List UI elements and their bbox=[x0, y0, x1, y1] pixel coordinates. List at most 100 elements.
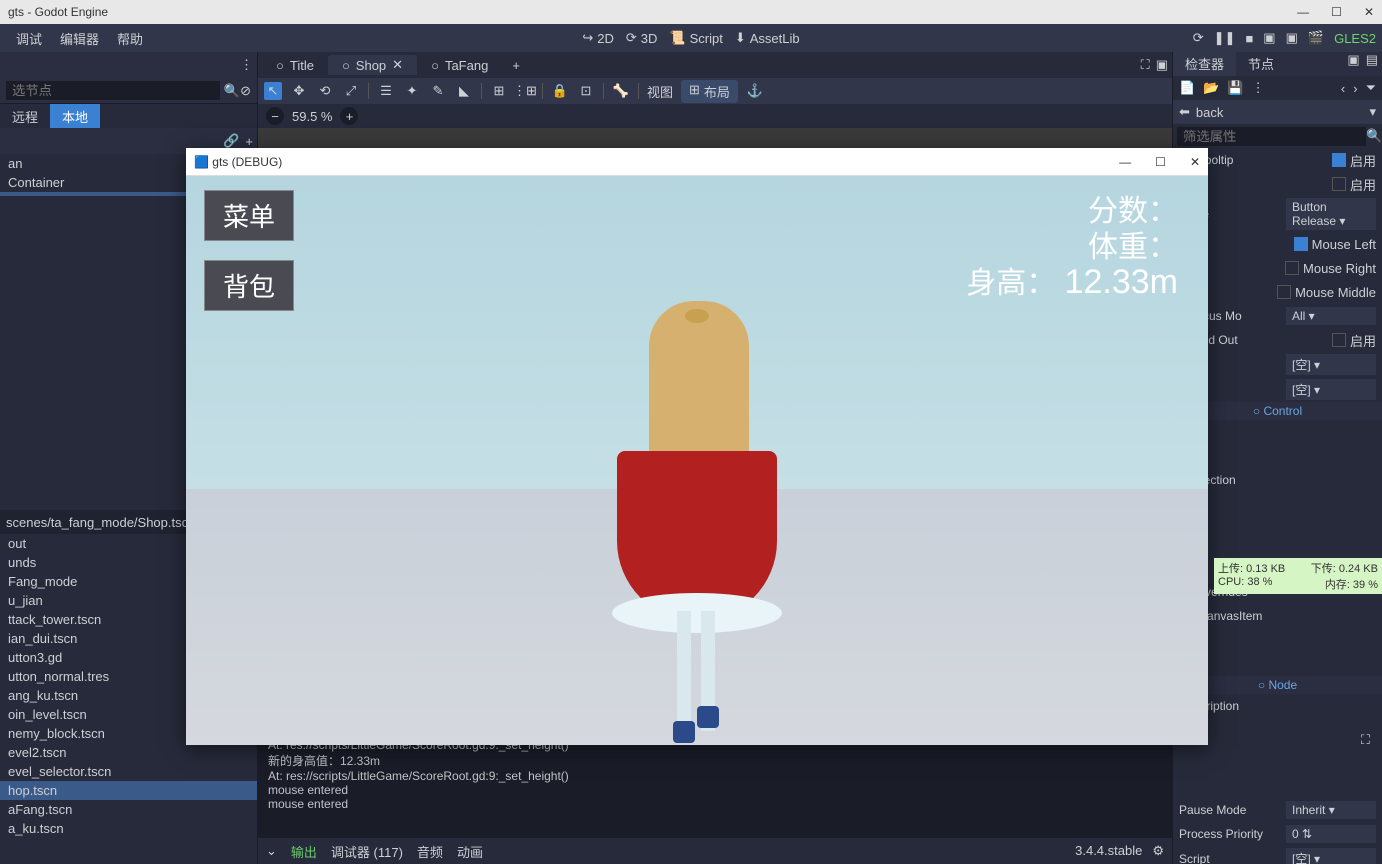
expand-right-icon[interactable]: ▣ bbox=[1347, 52, 1359, 76]
list-tool-icon[interactable]: ☰ bbox=[377, 82, 395, 100]
maximize-icon[interactable]: ☐ bbox=[1331, 5, 1342, 19]
lock-icon[interactable]: 🔒 bbox=[551, 82, 569, 100]
file-item-selected[interactable]: hop.tscn bbox=[0, 781, 257, 800]
close-tab-icon[interactable]: ✕ bbox=[392, 57, 403, 73]
resource-menu-icon[interactable]: ⋮ bbox=[1252, 80, 1265, 96]
expand-icon[interactable]: ⛶ bbox=[1141, 57, 1150, 73]
dock-icon[interactable]: ▤ bbox=[1366, 52, 1378, 76]
select-tool-icon[interactable]: ↖ bbox=[264, 82, 282, 100]
mode-script[interactable]: 📜 Script bbox=[669, 30, 722, 46]
movie-icon[interactable]: 🎬 bbox=[1308, 30, 1324, 46]
script-dropdown[interactable]: [空] ▾ bbox=[1286, 848, 1376, 864]
tab-remote[interactable]: 远程 bbox=[0, 104, 50, 128]
search-icon[interactable]: 🔍 bbox=[224, 83, 240, 99]
scene-tab[interactable]: ○ Title bbox=[262, 56, 328, 75]
property-filter-input[interactable] bbox=[1177, 127, 1366, 146]
debug-minimize-icon[interactable]: — bbox=[1119, 155, 1131, 169]
bone-icon[interactable]: 🦴 bbox=[612, 82, 630, 100]
shortcut-dropdown[interactable]: [空] ▾ bbox=[1286, 354, 1376, 375]
play-scene-icon[interactable]: ▣ bbox=[1263, 30, 1275, 46]
move-tool-icon[interactable]: ✥ bbox=[290, 82, 308, 100]
node-selector[interactable]: ⬅ back ▾ bbox=[1173, 100, 1382, 124]
priority-input[interactable]: 0 ⇅ bbox=[1286, 825, 1376, 843]
layout-button[interactable]: ⊞ 布局 bbox=[681, 80, 738, 103]
mode-dropdown[interactable]: Button Release ▾ bbox=[1286, 198, 1376, 230]
group-tool-icon[interactable]: ✎ bbox=[429, 82, 447, 100]
tab-node[interactable]: 节点 bbox=[1236, 52, 1286, 76]
history-back-icon[interactable]: ‹ bbox=[1341, 81, 1345, 96]
scene-filter-input[interactable] bbox=[6, 81, 220, 100]
file-item[interactable]: evel_selector.tscn bbox=[0, 762, 257, 781]
snap-icon[interactable]: ⊞ bbox=[490, 82, 508, 100]
scene-tab-active[interactable]: ○ Shop ✕ bbox=[328, 55, 417, 75]
group-icon[interactable]: ⊡ bbox=[577, 82, 595, 100]
zoom-value[interactable]: 59.5 % bbox=[292, 109, 332, 124]
zoom-out-icon[interactable]: − bbox=[266, 107, 284, 125]
search-icon[interactable]: 🔍 bbox=[1366, 128, 1382, 144]
settings-icon[interactable]: ⚙ bbox=[1152, 843, 1164, 859]
add-tab-icon[interactable]: + bbox=[502, 58, 530, 73]
debug-close-icon[interactable]: ✕ bbox=[1190, 155, 1200, 169]
tooltip-checkbox[interactable] bbox=[1332, 153, 1346, 167]
tab-inspector[interactable]: 检查器 bbox=[1173, 52, 1236, 76]
lock-tool-icon[interactable]: ✦ bbox=[403, 82, 421, 100]
play-custom-icon[interactable]: ▣ bbox=[1286, 30, 1298, 46]
distraction-free-icon[interactable]: ▣ bbox=[1156, 57, 1168, 73]
mode-2d[interactable]: ↪ 2D bbox=[582, 30, 614, 46]
ruler-tool-icon[interactable]: ◣ bbox=[455, 82, 473, 100]
new-resource-icon[interactable]: 📄 bbox=[1179, 80, 1195, 96]
scale-tool-icon[interactable]: ⤢ bbox=[342, 82, 360, 100]
tab-audio[interactable]: 音频 bbox=[417, 842, 443, 861]
menu-debug[interactable]: 调试 bbox=[16, 29, 42, 48]
minimize-icon[interactable]: — bbox=[1297, 5, 1309, 19]
group-dropdown[interactable]: [空] ▾ bbox=[1286, 379, 1376, 400]
close-icon[interactable]: ✕ bbox=[1364, 5, 1374, 19]
tab-local[interactable]: 本地 bbox=[50, 104, 100, 128]
save-resource-icon[interactable]: 💾 bbox=[1227, 80, 1243, 96]
load-resource-icon[interactable]: 📂 bbox=[1203, 80, 1219, 96]
file-item[interactable]: aFang.tscn bbox=[0, 800, 257, 819]
debug-maximize-icon[interactable]: ☐ bbox=[1155, 155, 1166, 169]
bag-button[interactable]: 背包 bbox=[204, 260, 294, 311]
history-fwd-icon[interactable]: › bbox=[1353, 81, 1357, 96]
mouse-middle-checkbox[interactable] bbox=[1277, 285, 1291, 299]
menu-button[interactable]: 菜单 bbox=[204, 190, 294, 241]
mode-assetlib[interactable]: ⬇ AssetLib bbox=[735, 30, 800, 46]
stop-icon[interactable]: ■ bbox=[1245, 31, 1253, 46]
pause-icon[interactable]: ❚❚ bbox=[1214, 30, 1236, 46]
scene-toolbar: ⋮ bbox=[0, 52, 257, 78]
add-icon[interactable]: + bbox=[245, 134, 253, 149]
zoom-in-icon[interactable]: + bbox=[340, 107, 358, 125]
mode-3d[interactable]: ⟳ 3D bbox=[626, 30, 658, 46]
tab-debugger[interactable]: 调试器 (117) bbox=[331, 842, 403, 861]
view-menu[interactable]: 视图 bbox=[647, 82, 673, 101]
rotate-tool-icon[interactable]: ⟲ bbox=[316, 82, 334, 100]
tab-animation[interactable]: 动画 bbox=[457, 842, 483, 861]
menu-help[interactable]: 帮助 bbox=[117, 29, 143, 48]
link-icon[interactable]: 🔗 bbox=[223, 133, 239, 149]
play-icon[interactable]: ⟳ bbox=[1193, 30, 1204, 46]
renderer-select[interactable]: GLES2 bbox=[1334, 31, 1376, 46]
clear-icon[interactable]: ⊘ bbox=[240, 83, 251, 99]
collapse-icon[interactable]: ⌄ bbox=[266, 843, 277, 859]
file-item[interactable]: a_ku.tscn bbox=[0, 819, 257, 838]
scene-tab[interactable]: ○ TaFang bbox=[417, 56, 502, 75]
tab-output[interactable]: 输出 bbox=[291, 842, 317, 861]
mouse-left-checkbox[interactable] bbox=[1294, 237, 1308, 251]
debug-titlebar[interactable]: 🟦 gts (DEBUG) — ☐ ✕ bbox=[186, 148, 1208, 176]
os-titlebar: gts - Godot Engine — ☐ ✕ bbox=[0, 0, 1382, 24]
snap-config-icon[interactable]: ⋮⊞ bbox=[516, 82, 534, 100]
pressed-out-checkbox[interactable] bbox=[1332, 333, 1346, 347]
enable-checkbox[interactable] bbox=[1332, 177, 1346, 191]
anchor-icon[interactable]: ⚓ bbox=[746, 82, 764, 100]
menu-dots-icon[interactable]: ⋮ bbox=[240, 57, 253, 73]
game-viewport[interactable]: 菜单 背包 分数： 体重： 身高： 12.33m bbox=[186, 176, 1208, 745]
fullscreen-toggle-icon[interactable]: ⛶ bbox=[1361, 732, 1370, 748]
mouse-right-checkbox[interactable] bbox=[1285, 261, 1299, 275]
pause-mode-dropdown[interactable]: Inherit ▾ bbox=[1286, 801, 1376, 819]
output-content[interactable]: At: res://scripts/LittleGame/ScoreRoot.g… bbox=[258, 734, 1172, 838]
focus-dropdown[interactable]: All ▾ bbox=[1286, 307, 1376, 325]
history-menu-icon[interactable]: ⏷ bbox=[1366, 80, 1376, 96]
file-item[interactable]: evel2.tscn bbox=[0, 743, 257, 762]
menu-editor[interactable]: 编辑器 bbox=[60, 29, 99, 48]
